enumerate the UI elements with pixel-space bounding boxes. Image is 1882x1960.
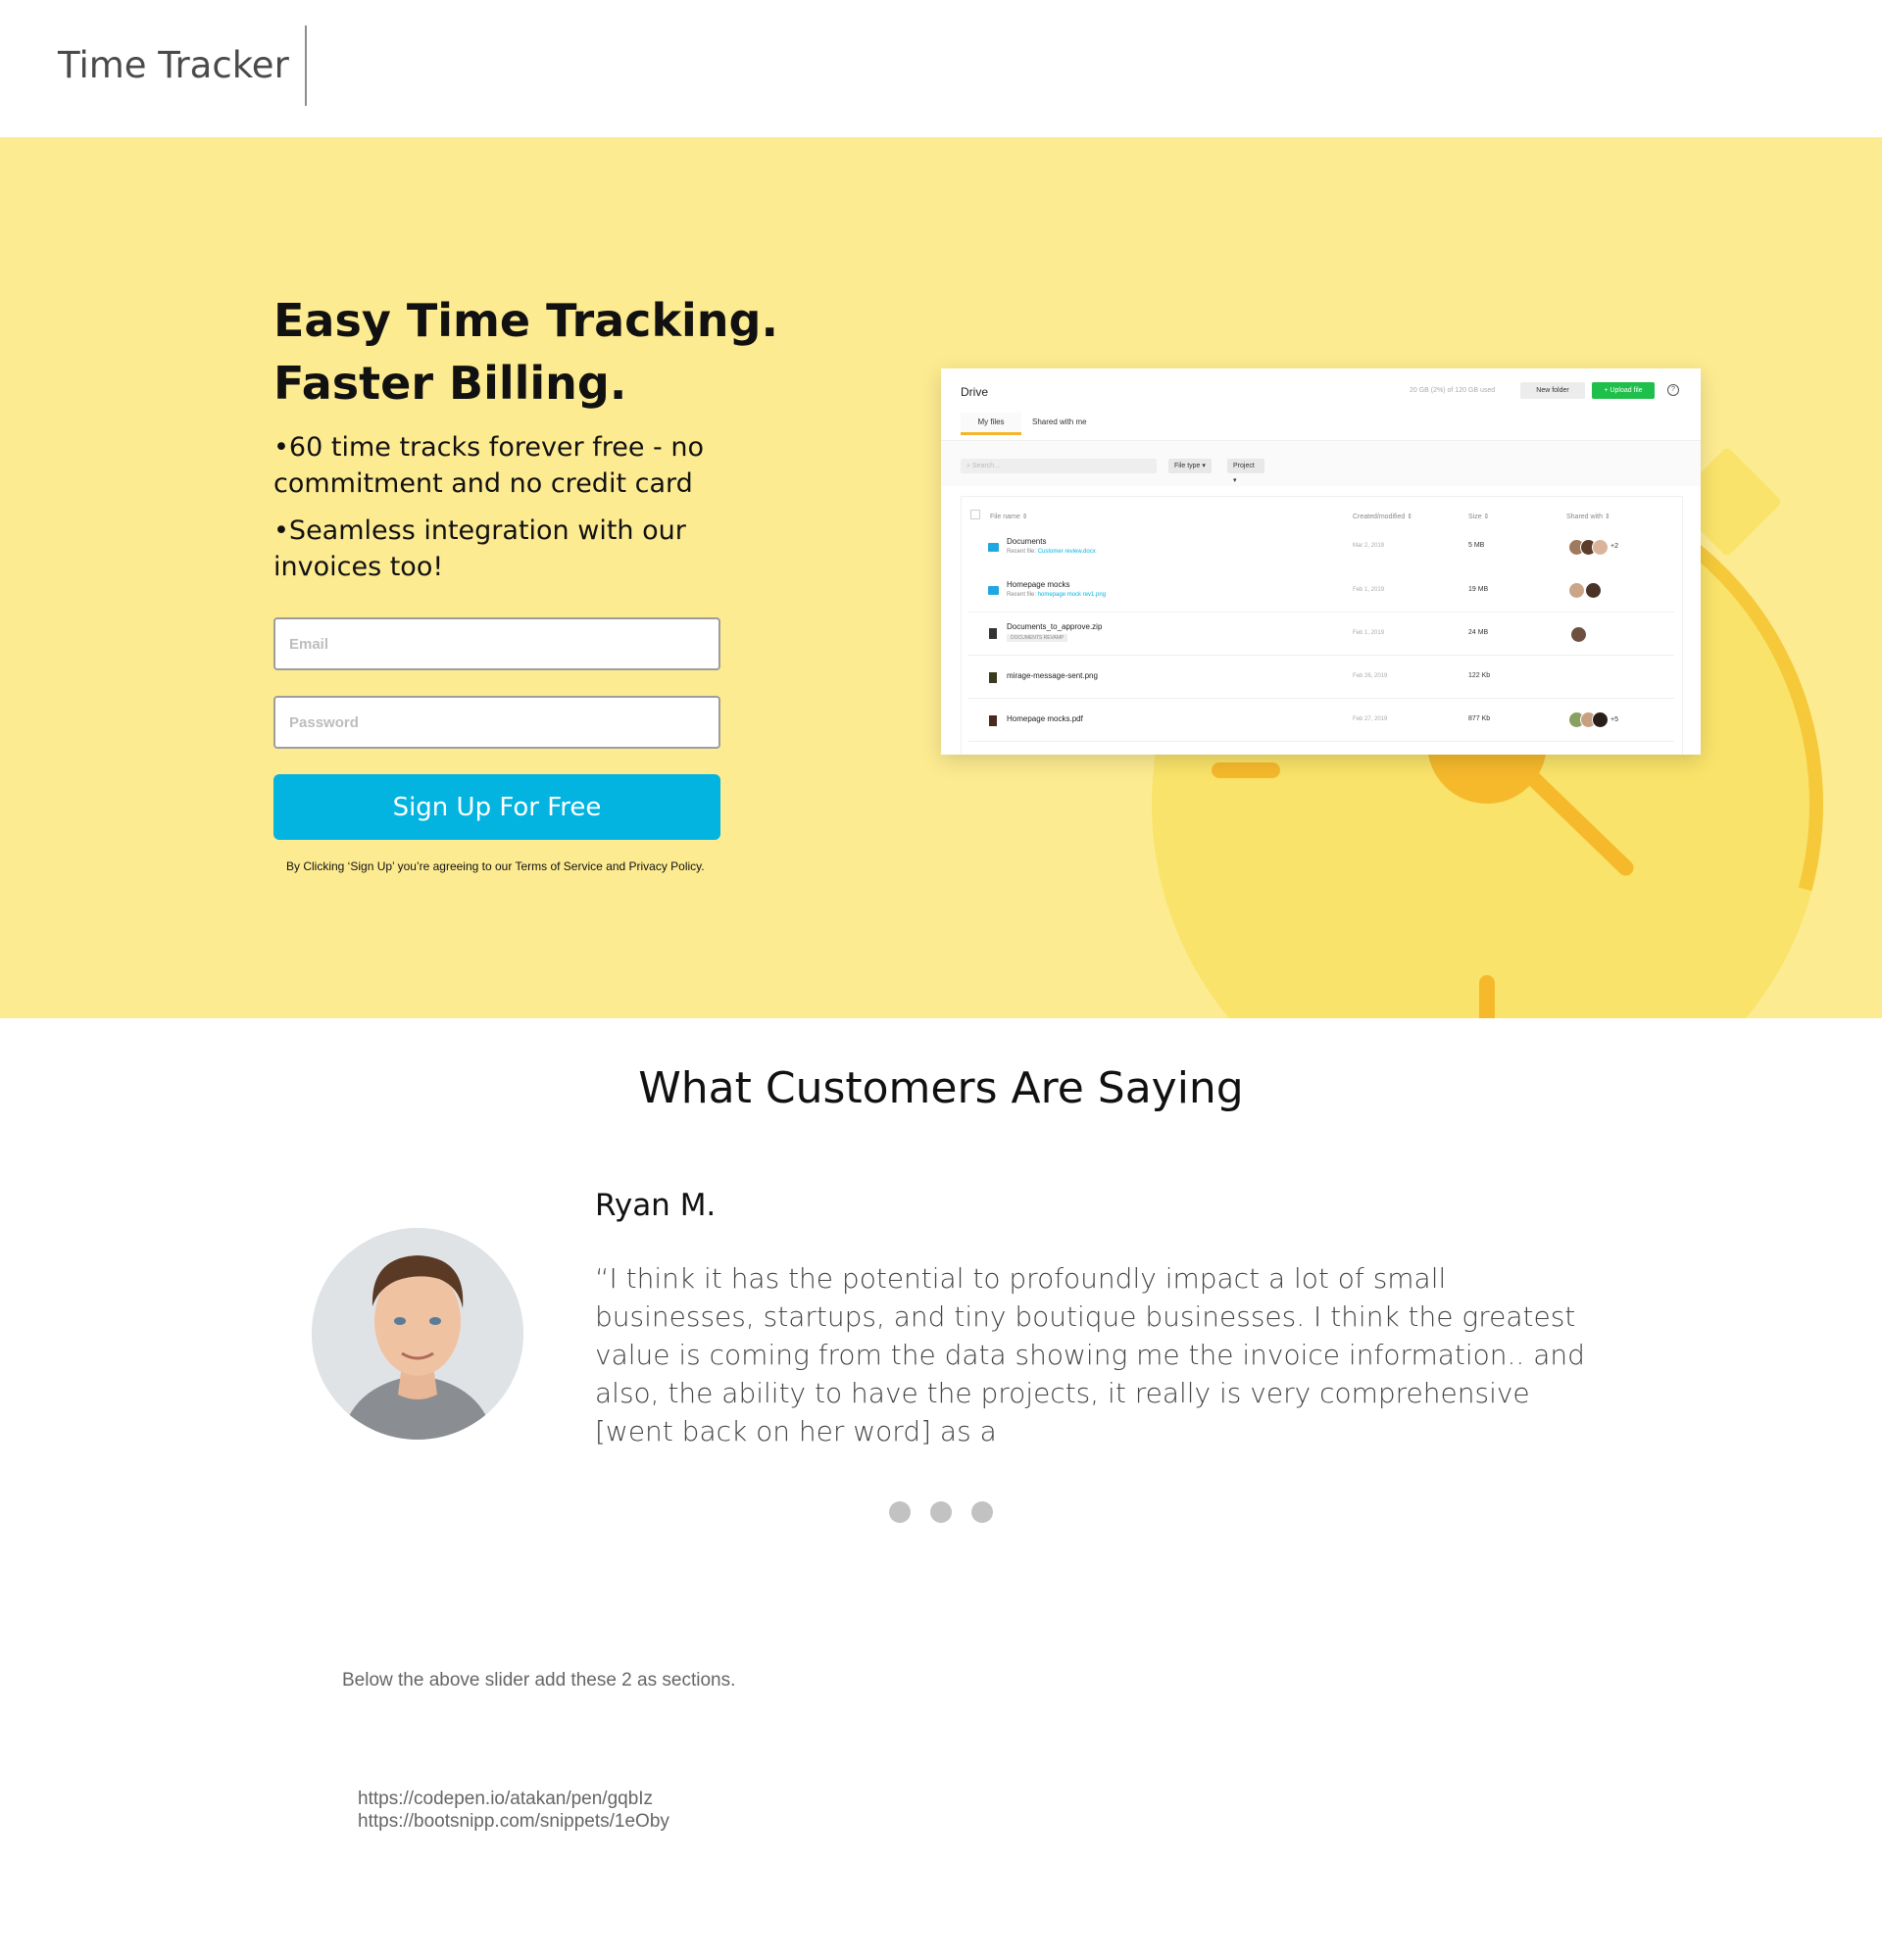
slider-dot-3[interactable] <box>971 1501 993 1523</box>
tab-shared-with-me: Shared with me <box>1032 417 1087 426</box>
signup-button[interactable]: Sign Up For Free <box>273 774 720 840</box>
file-size: 122 Kb <box>1468 672 1491 679</box>
header-divider <box>305 25 307 106</box>
recent-file: Recent file: homepage mock rev1.png <box>1007 592 1106 598</box>
headline-line-2: Faster Billing. <box>273 357 627 410</box>
col-shared-with: Shared with ⇕ <box>1566 514 1610 520</box>
select-all-checkbox <box>970 510 980 519</box>
avatar <box>1592 539 1609 556</box>
email-field[interactable] <box>273 617 720 670</box>
slider-dot-2[interactable] <box>930 1501 952 1523</box>
file-date: Feb 27, 2019 <box>1353 716 1388 722</box>
drive-title: Drive <box>961 385 989 399</box>
file-size: 877 Kb <box>1468 715 1491 722</box>
upload-file-button: + Upload file <box>1592 382 1655 399</box>
file-size: 24 MB <box>1468 629 1489 636</box>
slider-dot-1[interactable] <box>889 1501 911 1523</box>
editor-note: Below the above slider add these 2 as se… <box>342 1670 736 1690</box>
folder-icon <box>988 543 999 552</box>
recent-file: Recent file: Customer review.docx <box>1007 549 1096 555</box>
file-date: Mar 2, 2019 <box>1353 543 1385 549</box>
table-row <box>968 612 1674 656</box>
hero-section: Easy Time Tracking. Faster Billing. •60 … <box>0 137 1882 1018</box>
avatar <box>1570 626 1587 643</box>
headline-line-1: Easy Time Tracking. <box>273 294 778 347</box>
file-type-dropdown: File type ▾ <box>1168 459 1212 473</box>
file-name: Homepage mocks <box>1007 580 1070 589</box>
project-dropdown: Project ▾ <box>1227 459 1264 484</box>
drive-search-input: ⌕ Search... <box>961 459 1157 473</box>
search-placeholder: Search... <box>971 463 1000 469</box>
storage-usage: 20 GB (2%) of 120 GB used <box>1410 387 1496 394</box>
file-icon <box>989 715 997 726</box>
tab-my-files: My files <box>961 413 1021 435</box>
col-file-name: File name ⇕ <box>990 514 1028 520</box>
file-name: Documents_to_approve.zip <box>1007 622 1103 631</box>
drive-app-screenshot: Drive 20 GB (2%) of 120 GB used New fold… <box>941 368 1701 755</box>
file-size: 19 MB <box>1468 586 1489 593</box>
recent-prefix: Recent file: <box>1007 592 1037 598</box>
file-date: Feb 1, 2019 <box>1353 587 1385 593</box>
reference-link-2[interactable]: https://bootsnipp.com/snippets/1eOby <box>358 1811 669 1833</box>
file-name: Homepage mocks.pdf <box>1007 714 1083 723</box>
avatar <box>1568 582 1585 599</box>
top-header: Time Tracker <box>0 0 1882 137</box>
avatar <box>1585 582 1602 599</box>
reference-link-1[interactable]: https://codepen.io/atakan/pen/gqbIz <box>358 1788 653 1810</box>
file-name: mirage-message-sent.png <box>1007 671 1098 680</box>
file-name: Documents <box>1007 537 1047 546</box>
testimonial-quote: “I think it has the potential to profoun… <box>595 1262 1585 1447</box>
recent-file-link: Customer review.docx <box>1037 549 1096 555</box>
hero-headline: Easy Time Tracking. Faster Billing. <box>273 289 778 415</box>
new-folder-button: New folder <box>1520 382 1585 399</box>
reviewer-avatar <box>312 1228 523 1440</box>
avatar <box>1592 711 1609 728</box>
avatar-portrait <box>312 1228 523 1440</box>
legal-notice: By Clicking ‘Sign Up’ you’re agreeing to… <box>286 859 705 873</box>
clock-tick-left <box>1212 762 1280 778</box>
file-date: Feb 1, 2019 <box>1353 630 1385 636</box>
col-created: Created/modified ⇕ <box>1353 514 1413 520</box>
recent-prefix: Recent file: <box>1007 549 1037 555</box>
file-icon <box>989 672 997 683</box>
testimonials-title: What Customers Are Saying <box>638 1063 1244 1113</box>
feature-bullet-2: •Seamless integration with our invoices … <box>273 515 686 582</box>
feature-bullet-1: •60 time tracks forever free - no commit… <box>273 432 705 499</box>
file-icon <box>989 628 997 639</box>
file-size: 5 MB <box>1468 542 1485 549</box>
clock-tick-bottom <box>1479 975 1495 1018</box>
password-field[interactable] <box>273 696 720 749</box>
more-shared-count: +5 <box>1610 716 1618 723</box>
help-icon: ? <box>1667 384 1679 396</box>
more-shared-count: +2 <box>1610 543 1618 550</box>
reviewer-name: Ryan M. <box>595 1188 717 1223</box>
col-size: Size ⇕ <box>1468 514 1490 520</box>
recent-file-link: homepage mock rev1.png <box>1037 592 1107 598</box>
brand-logo[interactable]: Time Tracker <box>58 44 289 86</box>
file-date: Feb 26, 2019 <box>1353 673 1388 679</box>
folder-icon <box>988 586 999 595</box>
project-badge: DOCUMENTS REVAMP <box>1007 634 1068 642</box>
